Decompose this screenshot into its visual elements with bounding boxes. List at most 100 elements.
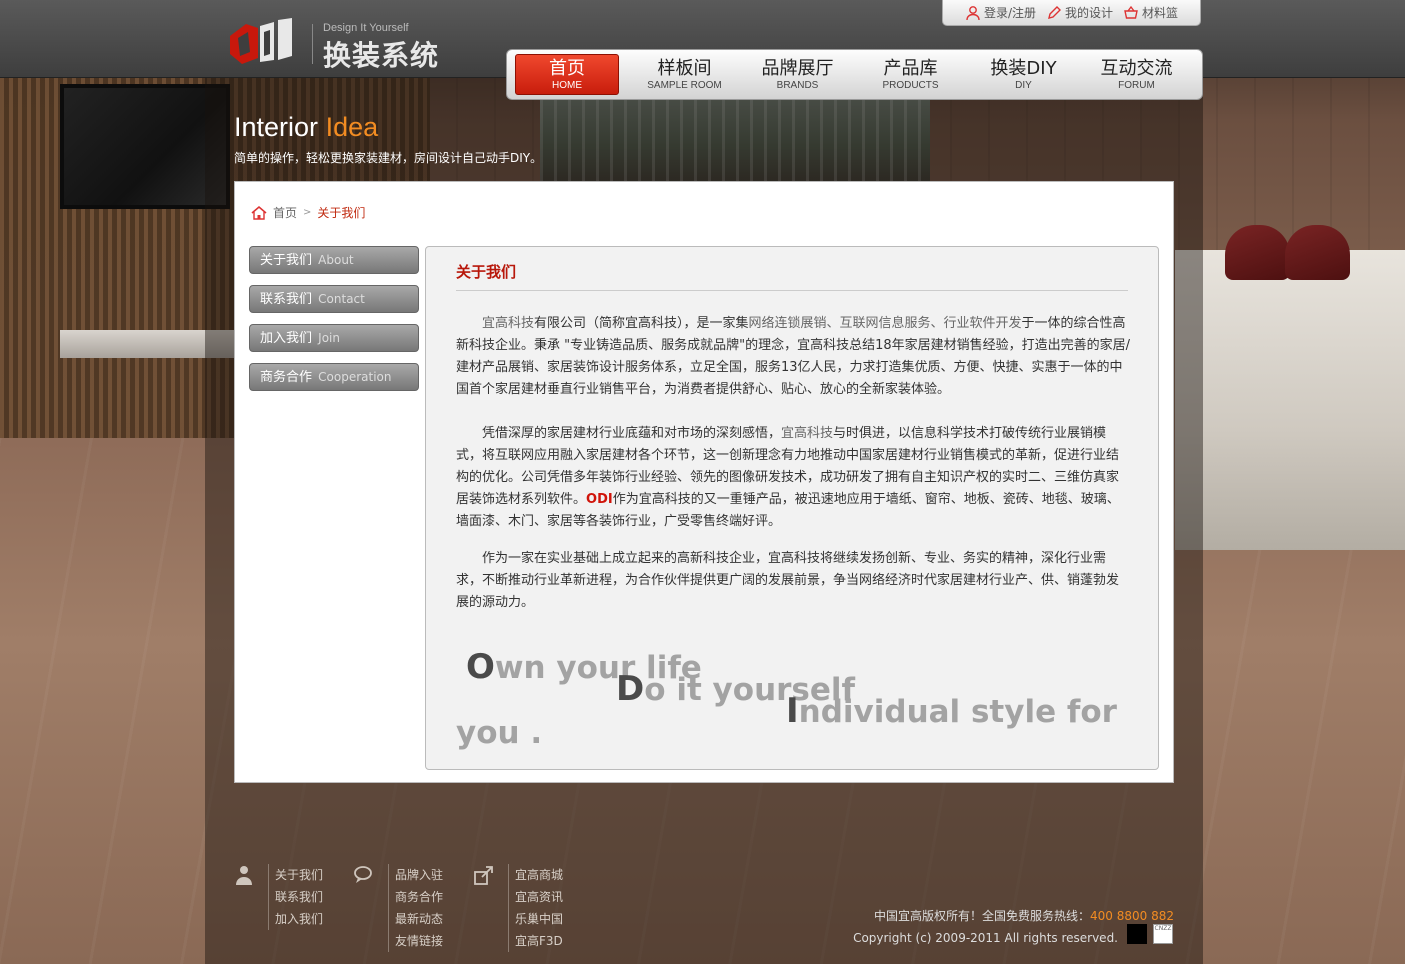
pencil-icon [1048,5,1061,19]
person-icon [236,866,252,885]
footer-copyright: 中国宜高版权所有！全国免费服务热线：400 8800 882 Copyright… [853,905,1174,949]
side-item-sublabel: Cooperation [318,370,392,384]
footer-hotline-text: 中国宜高版权所有！全国免费服务热线： [874,909,1091,923]
site-logo[interactable]: Design It Yourself 换装系统 [228,18,468,72]
footer-link[interactable]: 关于我们 [275,864,323,886]
business-scope: 网络连锁展销、互联网信息服务、行业软件开发 [748,316,1022,331]
share-icon [474,866,493,885]
nav-label: 互动交流 [1100,57,1173,79]
breadcrumb-current: 关于我们 [317,206,366,220]
side-item-label: 关于我们 [260,253,313,268]
footer-links-business: 品牌入驻 商务合作 最新动态 友情链接 [388,864,443,952]
article-body: 宜高科技有限公司（简称宜高科技），是一家集网络连锁展销、互联网信息服务、行业软件… [456,313,1130,636]
article: 关于我们 宜高科技有限公司（简称宜高科技），是一家集网络连锁展销、互联网信息服务… [425,246,1159,770]
slogan-word-1: Interior [234,112,319,142]
home-icon [251,205,267,220]
side-item-sublabel: Contact [318,292,365,306]
cnzz-badge[interactable]: CNZZ [1153,924,1173,944]
footer-link[interactable]: 宜高F3D [515,930,563,952]
article-paragraph: 宜高科技有限公司（简称宜高科技），是一家集网络连锁展销、互联网信息服务、行业软件… [456,313,1130,401]
nav-sample-room[interactable]: 样板间 SAMPLE ROOM [628,54,741,95]
nav-label: 产品库 [883,57,938,79]
footer-link[interactable]: 宜高商城 [515,864,563,886]
my-design-label: 我的设计 [1065,6,1114,20]
side-menu: 关于我们 About 联系我们 Contact 加入我们 Join 商务合作 C… [249,246,419,402]
odi-logo-icon [230,18,292,64]
nav-home[interactable]: 首页 HOME [515,54,619,95]
company-name: 宜高科技 [781,426,834,441]
footer-link[interactable]: 乐巢中国 [515,908,563,930]
stat-badge[interactable] [1127,924,1147,944]
background-pillow [1285,225,1350,280]
breadcrumb-separator: > [303,207,312,218]
user-links: 登录/注册 我的设计 材料篮 [942,0,1201,26]
content-panel: 首页 > 关于我们 关于我们 About 联系我们 Contact 加入我们 J… [234,181,1174,783]
nav-brands[interactable]: 品牌展厅 BRANDS [741,54,854,95]
footer-badges: CNZZ [1127,924,1173,944]
main-nav: 首页 HOME 样板间 SAMPLE ROOM 品牌展厅 BRANDS 产品库 … [506,49,1203,100]
logo-divider [312,24,313,64]
nav-sublabel: BRANDS [776,79,819,91]
background-pillow [1225,225,1290,280]
side-item-label: 联系我们 [260,292,313,307]
nav-sublabel: DIY [1015,79,1032,91]
slogan-subtitle: 简单的操作，轻松更换家装建材，房间设计自己动手DIY。 [234,151,543,165]
nav-label: 首页 [549,57,585,79]
my-design-link[interactable]: 我的设计 [1046,4,1113,21]
motto-capital: D [616,669,645,709]
logo-tagline: Design It Yourself [323,22,409,34]
motto-capital: O [466,647,495,687]
login-register-link[interactable]: 登录/注册 [965,4,1036,21]
nav-diy[interactable]: 换装DIY DIY [967,54,1080,95]
user-icon [966,5,980,20]
footer-link[interactable]: 最新动态 [395,908,443,930]
footer-links-partners: 宜高商城 宜高资讯 乐巢中国 宜高F3D [508,864,563,952]
background-sofa [1175,250,1405,550]
paragraph-text: 凭借深厚的家居建材行业底蕴和对市场的深刻感悟， [482,426,782,441]
breadcrumb: 首页 > 关于我们 [251,204,365,221]
slogan-title: Interior Idea [234,112,378,143]
logo-name: 换装系统 [323,39,440,72]
footer-links-about: 关于我们 联系我们 加入我们 [268,864,323,930]
side-item-about[interactable]: 关于我们 About [249,246,419,274]
footer-phone: 400 8800 882 [1090,909,1174,923]
footer-link[interactable]: 商务合作 [395,886,443,908]
footer-link[interactable]: 品牌入驻 [395,864,443,886]
odi-brand-text: ODI [586,492,613,507]
footer-link[interactable]: 加入我们 [275,908,323,930]
material-basket-link[interactable]: 材料篮 [1123,4,1178,21]
basket-icon [1124,5,1138,19]
nav-forum[interactable]: 互动交流 FORUM [1080,54,1193,95]
material-basket-label: 材料篮 [1142,6,1179,20]
side-item-sublabel: About [318,253,354,267]
chat-bubble-icon [354,866,372,883]
nav-label: 样板间 [657,57,712,79]
side-item-cooperation[interactable]: 商务合作 Cooperation [249,363,419,391]
nav-sublabel: HOME [552,79,582,91]
article-paragraph: 凭借深厚的家居建材行业底蕴和对市场的深刻感悟，宜高科技与时俱进，以信息科学技术打… [456,423,1130,533]
motto-line-3: Individual style for [786,691,1117,731]
nav-products[interactable]: 产品库 PRODUCTS [854,54,967,95]
motto-capital: I [786,691,799,731]
footer-link[interactable]: 联系我们 [275,886,323,908]
footer-link[interactable]: 宜高资讯 [515,886,563,908]
footer-link[interactable]: 友情链接 [395,930,443,952]
side-item-contact[interactable]: 联系我们 Contact [249,285,419,313]
footer-hotline-line: 中国宜高版权所有！全国免费服务热线：400 8800 882 [853,905,1174,927]
nav-sublabel: PRODUCTS [882,79,939,91]
motto-text: ndividual style for [798,694,1117,730]
side-item-label: 加入我们 [260,331,313,346]
breadcrumb-home-link[interactable]: 首页 [273,204,297,221]
paragraph-text: 有限公司（简称宜高科技），是一家集 [534,316,749,331]
slogan-word-2: Idea [325,112,379,142]
article-paragraph: 作为一家在实业基础上成立起来的高新科技企业，宜高科技将继续发扬创新、专业、务实的… [456,551,1120,610]
nav-sublabel: SAMPLE ROOM [647,79,722,91]
nav-label: 品牌展厅 [761,57,834,79]
side-item-label: 商务合作 [260,370,313,385]
motto-line-4: you . [456,715,543,751]
side-item-sublabel: Join [318,331,340,345]
company-name: 宜高科技 [482,316,535,331]
side-item-join[interactable]: 加入我们 Join [249,324,419,352]
footer-copyright-text: Copyright (c) 2009-2011 All rights reser… [853,931,1118,945]
cnzz-label: CNZZ [1154,925,1172,932]
